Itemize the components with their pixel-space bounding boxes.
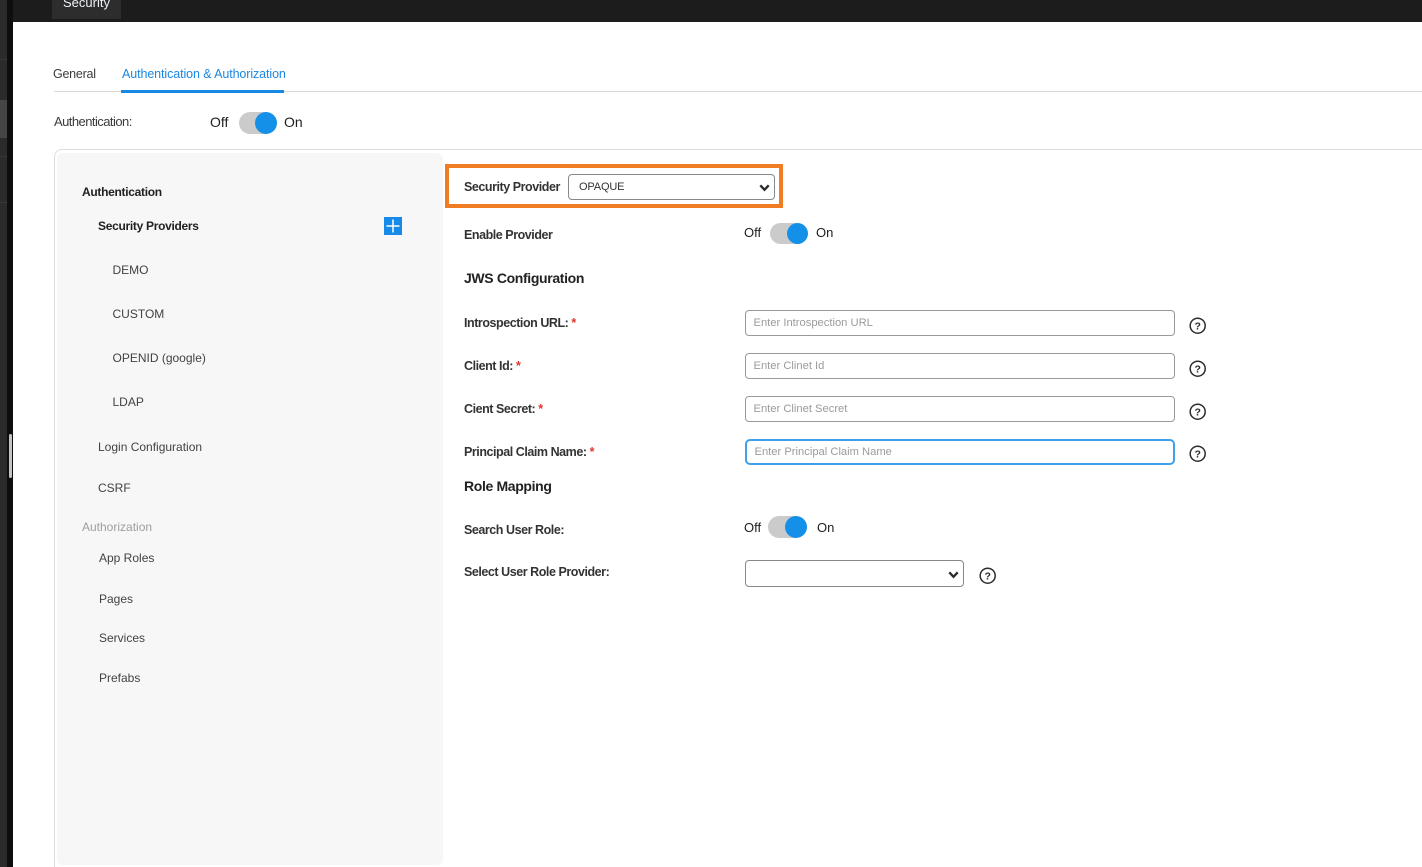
svg-text:?: ? [1194,320,1200,332]
svg-text:?: ? [1194,448,1200,460]
svg-text:?: ? [1194,406,1200,418]
svg-text:?: ? [1194,363,1200,375]
svg-text:?: ? [984,570,990,582]
